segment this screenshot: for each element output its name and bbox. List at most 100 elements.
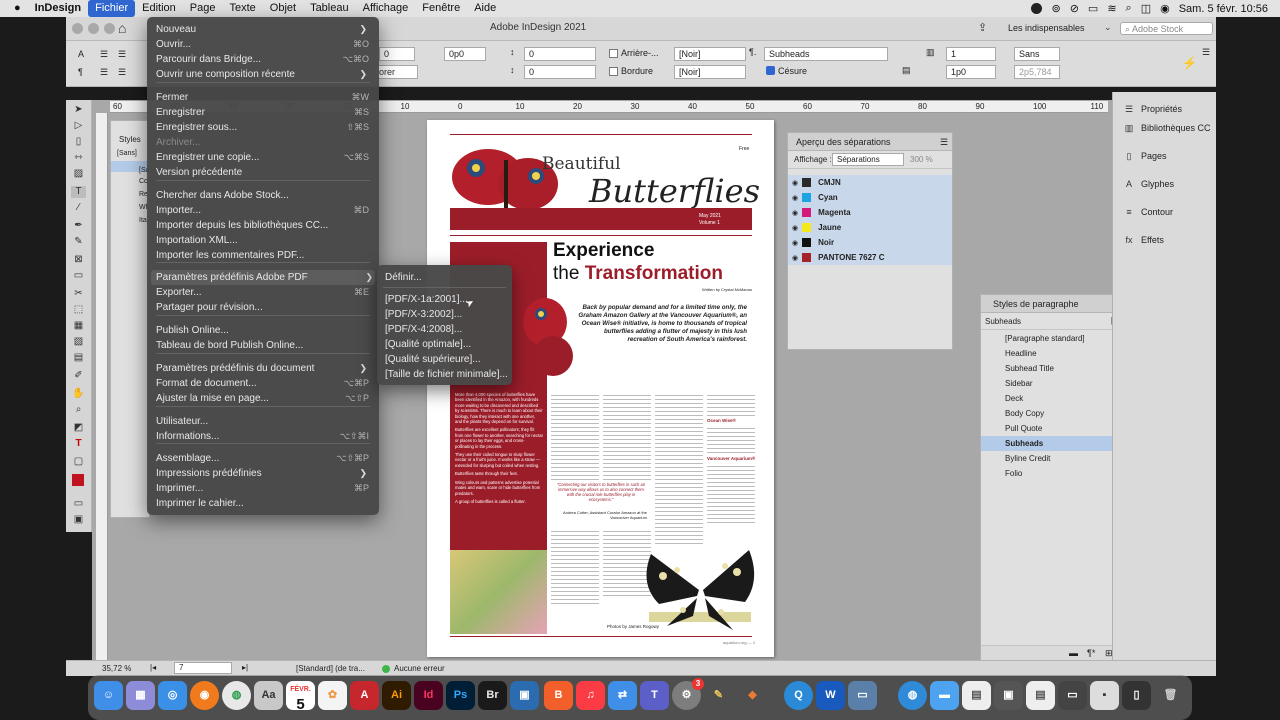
- grid-align-icon[interactable]: ▤: [902, 65, 911, 76]
- firefox-icon[interactable]: ◉: [190, 681, 219, 710]
- next-page-icon[interactable]: ▸|: [242, 663, 248, 672]
- pen-tool-icon[interactable]: ✒: [71, 220, 86, 232]
- file-menu-item[interactable]: Utilisateur...: [156, 414, 369, 429]
- rectangle-frame-tool-icon[interactable]: ⊠: [71, 254, 86, 266]
- eye-icon[interactable]: ◉: [792, 179, 798, 187]
- file-menu-item[interactable]: Importation XML...: [156, 233, 369, 248]
- b-app-icon[interactable]: B: [544, 681, 573, 710]
- border-color-select[interactable]: [Noir]: [674, 65, 746, 79]
- document-thumb-icon[interactable]: ▤: [962, 681, 991, 710]
- eye-icon[interactable]: ◉: [792, 239, 798, 247]
- folder-icon[interactable]: ▬: [1069, 648, 1078, 658]
- stroke-field-2[interactable]: 0: [524, 65, 596, 79]
- panel-pages[interactable]: ▯ Pages: [1123, 150, 1167, 162]
- wifi-icon[interactable]: ≋: [1107, 2, 1116, 15]
- lightning-icon[interactable]: ⚡: [1182, 56, 1197, 70]
- file-menu-item[interactable]: Nouveau ❯: [156, 22, 369, 37]
- file-menu-item[interactable]: Paramètres prédéfinis du document ❯: [156, 361, 369, 376]
- styles-row[interactable]: [Sans]: [111, 144, 149, 157]
- ref-x-field[interactable]: 0: [379, 47, 415, 61]
- rectangle-tool-icon[interactable]: ▭: [71, 270, 86, 282]
- creative-cloud-icon[interactable]: ⊚: [1051, 2, 1060, 15]
- ink-row[interactable]: ◉ Jaune: [788, 220, 952, 235]
- file-menu-item[interactable]: Ouvrir... ⌘O: [156, 37, 369, 52]
- panel-properties[interactable]: ☰ Propriétés: [1123, 103, 1182, 115]
- home-icon[interactable]: ⌂: [118, 20, 126, 36]
- file-menu-item[interactable]: Informations... ⌥⇧⌘I: [156, 429, 369, 444]
- trash-icon[interactable]: 🗑: [1156, 681, 1185, 710]
- vertical-ruler[interactable]: [96, 113, 108, 660]
- ink-row[interactable]: ◉ PANTONE 7627 C: [788, 250, 952, 265]
- pdf-preset-item[interactable]: [PDF/X-4:2008]...: [385, 322, 462, 337]
- chrome-icon[interactable]: ◍: [222, 681, 251, 710]
- separations-zoom[interactable]: 300 %: [910, 155, 933, 164]
- panel-stroke[interactable]: ≡ Contour: [1123, 206, 1173, 218]
- record-icon[interactable]: [1031, 3, 1043, 14]
- scissors-tool-icon[interactable]: ✂: [71, 288, 86, 300]
- file-menu-item[interactable]: Partager pour révision...: [156, 300, 369, 315]
- eye-icon[interactable]: ◉: [792, 194, 798, 202]
- share-icon[interactable]: ⇪: [978, 21, 987, 34]
- menu-tableau[interactable]: Tableau: [303, 0, 356, 17]
- file-menu-item[interactable]: Imprimer... ⌘P: [156, 481, 369, 496]
- styles-row[interactable]: [Sa: [111, 161, 150, 174]
- styles-row[interactable]: Wh: [111, 198, 150, 211]
- menu-objet[interactable]: Objet: [263, 0, 303, 17]
- preview-mode-icon[interactable]: ▣: [71, 514, 86, 526]
- pdf-preset-item[interactable]: [PDF/X-1a:2001]...: [385, 292, 468, 307]
- minimize-window-button[interactable]: [88, 23, 99, 34]
- app-menu[interactable]: InDesign: [28, 0, 88, 17]
- pencil-tool-icon[interactable]: ✎: [71, 236, 86, 248]
- search-icon[interactable]: ⌕: [1126, 2, 1132, 15]
- file-menu-item[interactable]: Enregistrer une copie... ⌥⌘S: [156, 150, 369, 165]
- bordure-checkbox[interactable]: [609, 67, 618, 76]
- teams-icon[interactable]: T: [640, 681, 669, 710]
- screen-thumb-icon[interactable]: ▣: [994, 681, 1023, 710]
- document-page[interactable]: Free Beautiful Butterflies May 2021 Volu…: [427, 120, 774, 657]
- menu-texte[interactable]: Texte: [222, 0, 262, 17]
- menu-affichage[interactable]: Affichage: [356, 0, 416, 17]
- window-thumb-icon[interactable]: ▭: [1058, 681, 1087, 710]
- ps-thumb-icon[interactable]: ▪: [1090, 681, 1119, 710]
- launchpad-icon[interactable]: ▦: [126, 681, 155, 710]
- eyedropper-tool-icon[interactable]: ✐: [71, 370, 86, 382]
- file-menu-item[interactable]: Paramètres prédéfinis Adobe PDF ❯: [151, 270, 375, 285]
- note-tool-icon[interactable]: ▤: [71, 352, 86, 364]
- script-editor-icon[interactable]: ✎: [704, 681, 733, 710]
- folder-icon[interactable]: ▬: [930, 681, 959, 710]
- illustrator-icon[interactable]: Ai: [382, 681, 411, 710]
- acrobat-icon[interactable]: A: [350, 681, 379, 710]
- control-center-icon[interactable]: ◫: [1141, 2, 1151, 15]
- pdf-preset-item[interactable]: Définir...: [385, 270, 422, 285]
- pdf-preset-item[interactable]: [Qualité supérieure]...: [385, 352, 481, 367]
- zoom-tool-icon[interactable]: ⌕: [71, 404, 86, 416]
- menu-edition[interactable]: Edition: [135, 0, 183, 17]
- panel-cc-libraries[interactable]: ▥ Bibliothèques CC: [1123, 122, 1211, 134]
- file-menu-item[interactable]: Fermer ⌘W: [156, 90, 369, 105]
- document-thumb-icon[interactable]: ▤: [1026, 681, 1055, 710]
- file-menu-item[interactable]: Ajuster la mise en page... ⌥⇧P: [156, 391, 369, 406]
- panel-effects[interactable]: fx Effets: [1123, 234, 1163, 246]
- style-status[interactable]: [Standard] (de tra...: [296, 664, 365, 673]
- calendar-icon[interactable]: FÉVR. 5: [286, 681, 315, 713]
- stroke-field-1[interactable]: 0: [524, 47, 596, 61]
- adobe-stock-search[interactable]: ⌕ Adobe Stock: [1120, 22, 1213, 35]
- bridge-icon[interactable]: Br: [478, 681, 507, 710]
- panel-glyphs[interactable]: A Glyphes: [1123, 178, 1174, 190]
- screen-mode-icon[interactable]: ▭: [71, 498, 86, 510]
- battery-icon[interactable]: ▭: [1088, 2, 1098, 15]
- fox-app-icon[interactable]: ◆: [738, 681, 767, 710]
- file-menu-item[interactable]: Enregistrer sous... ⇧⌘S: [156, 120, 369, 135]
- apply-none-icon[interactable]: ▢: [71, 456, 86, 468]
- eye-icon[interactable]: ◉: [792, 224, 798, 232]
- page-tool-icon[interactable]: ▯: [71, 136, 86, 148]
- stroke-up-icon[interactable]: ↕: [510, 47, 515, 57]
- safari-icon[interactable]: ◎: [158, 681, 187, 710]
- fill-color-swatch[interactable]: [72, 474, 84, 486]
- corner-color-select[interactable]: [Noir]: [674, 47, 746, 61]
- align-justify-icon[interactable]: ☰: [100, 67, 108, 78]
- formatting-text-icon[interactable]: T: [71, 438, 86, 450]
- zoom-window-button[interactable]: [104, 23, 115, 34]
- zoom-level[interactable]: 35,72 %: [102, 664, 131, 673]
- lines-field[interactable]: 1: [946, 47, 996, 61]
